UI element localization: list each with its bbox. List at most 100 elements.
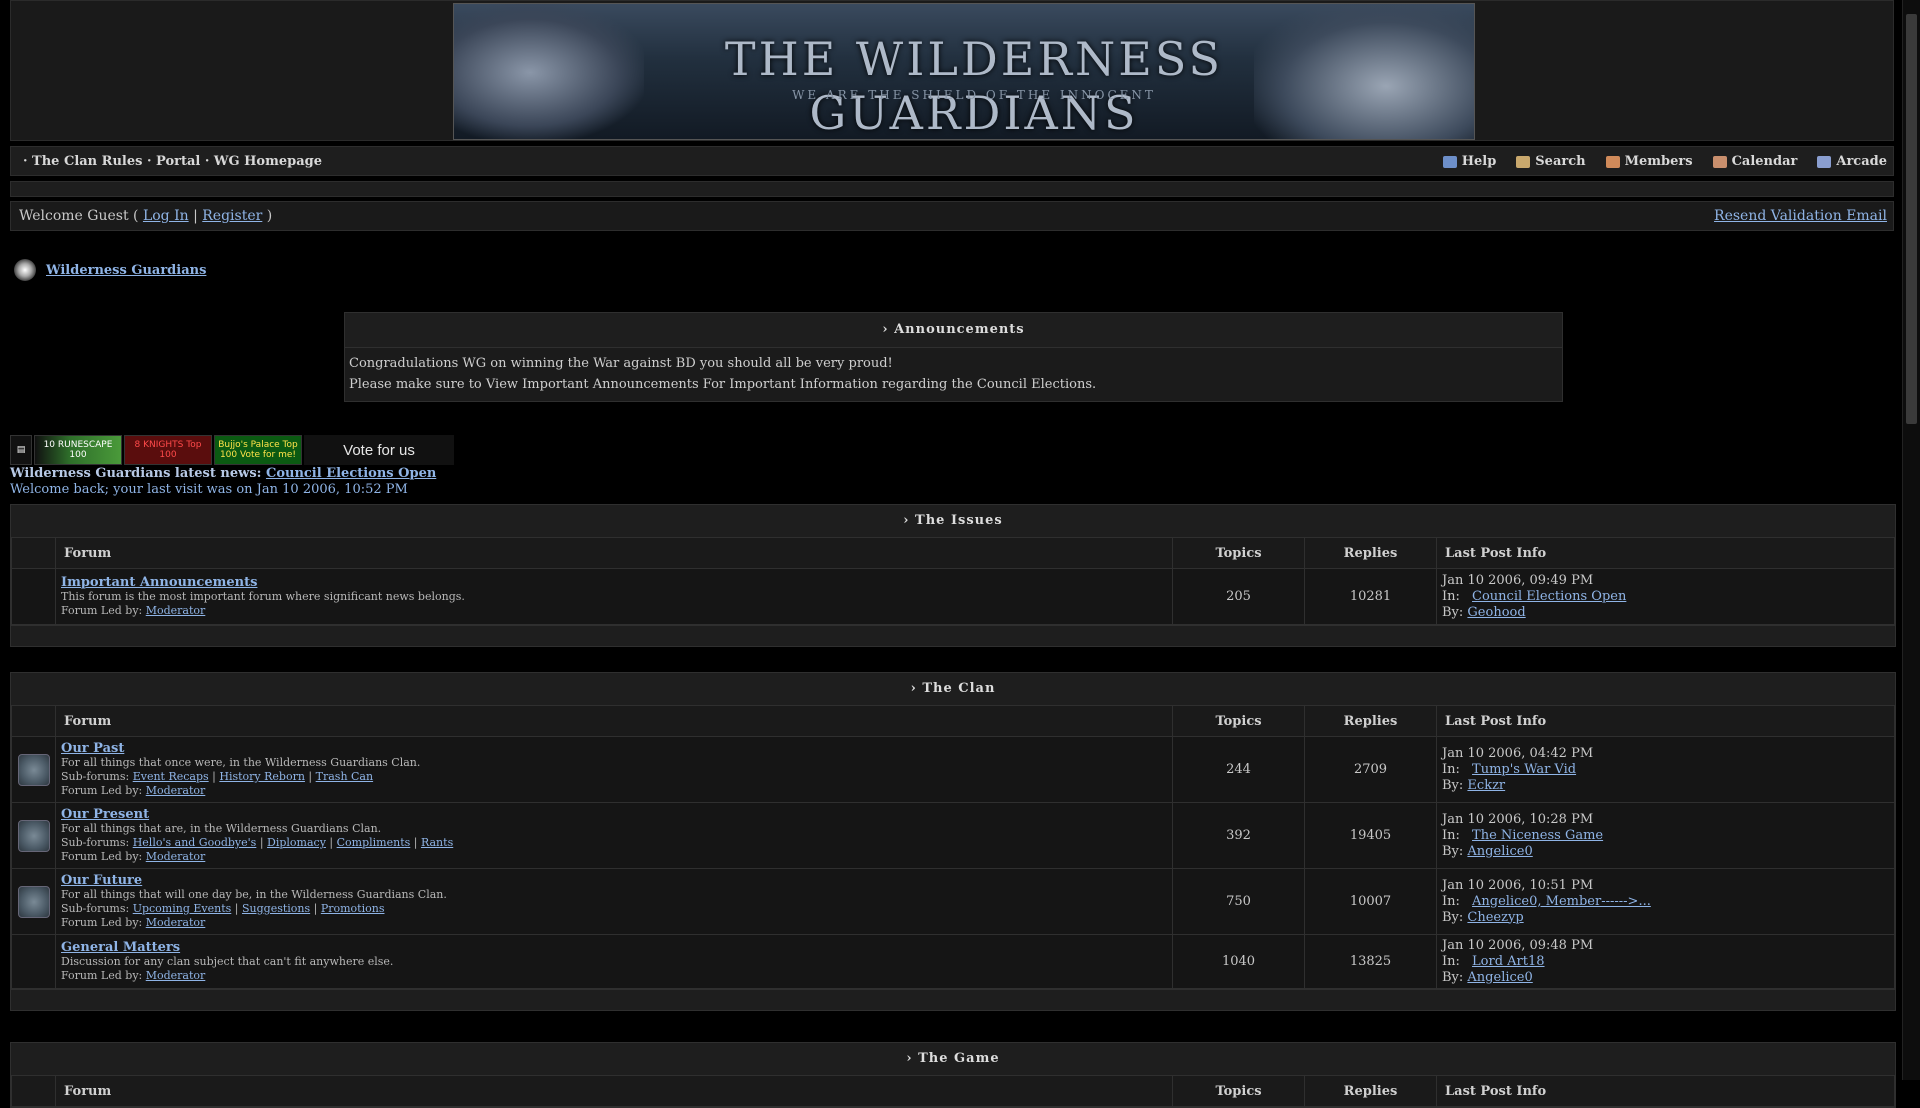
category-header[interactable]: › The Game xyxy=(11,1043,1895,1075)
banner-title: THE WILDERNESS GUARDIANS xyxy=(724,32,1224,140)
topics-count: 1040 xyxy=(1172,934,1305,989)
last-post-user-link[interactable]: Geohood xyxy=(1467,605,1525,620)
breadcrumb: Wilderness Guardians xyxy=(14,259,206,281)
banner-figure-left xyxy=(454,4,644,139)
subforums: Sub-forums: Hello's and Goodbye's | Dipl… xyxy=(61,836,454,849)
nav-tool-label: Search xyxy=(1535,154,1586,169)
announcements-header: › Announcements xyxy=(345,313,1562,348)
last-post-date: Jan 10 2006, 09:49 PM xyxy=(1442,572,1594,588)
category-footer xyxy=(11,625,1895,646)
scrollbar-thumb[interactable] xyxy=(1906,14,1917,424)
last-post-user-link[interactable]: Eckzr xyxy=(1467,778,1505,793)
help-icon xyxy=(1442,155,1457,168)
forum-table: Forum Topics Replies Last Post Info Importan… xyxy=(11,537,1895,625)
last-post-topic-link[interactable]: Tump's War Vid xyxy=(1464,762,1576,777)
nav-calendar-link[interactable]: Calendar xyxy=(1712,154,1798,169)
last-post-user-link[interactable]: Angelice0 xyxy=(1467,844,1532,859)
news-block: Wilderness Guardians latest news: Counci… xyxy=(10,466,436,498)
col-replies: Replies xyxy=(1304,537,1437,569)
last-post-date: Jan 10 2006, 10:28 PM xyxy=(1442,811,1594,827)
forum-description: For all things that are, in the Wilderne… xyxy=(61,822,382,835)
last-post-topic-link[interactable]: Angelice0, Member------>... xyxy=(1464,894,1651,909)
subforum-link[interactable]: Diplomacy xyxy=(267,836,326,849)
vote-button-runescape[interactable]: 10 RUNESCAPE 100 xyxy=(34,435,122,465)
forum-title-link[interactable]: General Matters xyxy=(61,940,180,955)
last-post-date: Jan 10 2006, 10:51 PM xyxy=(1442,877,1594,893)
category-header[interactable]: › The Clan xyxy=(11,673,1895,705)
forum-category: › The Game Forum Topics Replies Last Post In… xyxy=(10,1042,1896,1108)
subforum-link[interactable]: Event Recaps xyxy=(133,770,209,783)
subforums-label: Sub-forums: xyxy=(61,902,133,915)
nav-arcade-link[interactable]: Arcade xyxy=(1817,154,1887,169)
nav-tool-label: Help xyxy=(1461,154,1497,169)
last-post-by-label: By: xyxy=(1442,777,1464,793)
last-post-user-link[interactable]: Cheezyp xyxy=(1467,910,1523,925)
forum-title-link[interactable]: Our Past xyxy=(61,741,124,756)
nav-members-link[interactable]: Members xyxy=(1605,154,1693,169)
col-last-post: Last Post Info xyxy=(1436,1075,1895,1107)
forum-description: Discussion for any clan subject that can… xyxy=(61,955,394,968)
col-replies: Replies xyxy=(1304,1075,1437,1107)
forum-row: Our Future For all things that will one d… xyxy=(11,868,1895,935)
forum-status-icon[interactable] xyxy=(17,885,50,918)
forum-led-label: Forum Led by: xyxy=(61,784,146,797)
moderator-link[interactable]: Moderator xyxy=(146,784,206,797)
nav-links[interactable]: · The Clan Rules · Portal · WG Homepage xyxy=(23,154,322,169)
subforum-link[interactable]: Upcoming Events xyxy=(133,902,232,915)
subforum-link[interactable]: Compliments xyxy=(337,836,411,849)
col-last-post: Last Post Info xyxy=(1436,537,1895,569)
resend-validation-link[interactable]: Resend Validation Email xyxy=(1714,208,1887,224)
forum-title-link[interactable]: Our Future xyxy=(61,873,142,888)
subforum-link[interactable]: Hello's and Goodbye's xyxy=(133,836,257,849)
nav-search-link[interactable]: Search xyxy=(1516,154,1586,169)
subforum-link[interactable]: Trash Can xyxy=(316,770,373,783)
last-post-user-link[interactable]: Angelice0 xyxy=(1467,970,1532,985)
moderator-link[interactable]: Moderator xyxy=(146,850,206,863)
moderator-link[interactable]: Moderator xyxy=(146,916,206,929)
board-star-icon xyxy=(14,259,36,281)
welcome-sep: | xyxy=(188,208,203,224)
breadcrumb-home-link[interactable]: Wilderness Guardians xyxy=(46,263,206,278)
last-post-topic-link[interactable]: The Niceness Game xyxy=(1464,828,1603,843)
top-nav: · The Clan Rules · Portal · WG Homepage … xyxy=(10,146,1894,176)
subforum-link[interactable]: Rants xyxy=(421,836,453,849)
forum-title-link[interactable]: Important Announcements xyxy=(61,575,257,590)
vote-button-bujjo[interactable]: Bujjo's Palace Top 100 Vote for me! xyxy=(214,435,302,465)
register-link[interactable]: Register xyxy=(202,208,262,224)
nav-tools: Help Search Members Calendar Arcade xyxy=(1442,154,1887,169)
last-post-topic-link[interactable]: Lord Art18 xyxy=(1464,954,1545,969)
last-visit-text: Welcome back; your last visit was on Jan… xyxy=(10,482,408,497)
banner-motto: WE ARE THE SHIELD OF THE INNOCENT xyxy=(792,88,1156,102)
forum-status-icon[interactable] xyxy=(17,819,50,852)
topics-count: 750 xyxy=(1172,868,1305,935)
col-last-post: Last Post Info xyxy=(1436,705,1895,737)
last-post-in-label: In: xyxy=(1442,761,1460,777)
news-link[interactable]: Council Elections Open xyxy=(266,466,436,481)
page-scrollbar[interactable] xyxy=(1902,0,1920,1080)
col-topics: Topics xyxy=(1172,537,1305,569)
forum-description: For all things that will one day be, in … xyxy=(61,888,447,901)
forum-title-link[interactable]: Our Present xyxy=(61,807,149,822)
login-link[interactable]: Log In xyxy=(143,208,189,224)
site-banner[interactable]: THE WILDERNESS GUARDIANS WE ARE THE SHIE… xyxy=(453,3,1475,140)
subforum-link[interactable]: History Reborn xyxy=(219,770,305,783)
forum-status-icon[interactable] xyxy=(17,753,50,786)
category-title: The Issues xyxy=(915,513,1003,528)
moderator-link[interactable]: Moderator xyxy=(146,604,206,617)
last-post-topic-link[interactable]: Council Elections Open xyxy=(1464,589,1626,604)
separator-bar xyxy=(10,181,1894,197)
nav-tool-label: Calendar xyxy=(1731,154,1798,169)
moderator-link[interactable]: Moderator xyxy=(146,969,206,982)
nav-help-link[interactable]: Help xyxy=(1442,154,1497,169)
vote-small-icon[interactable]: ▤ xyxy=(10,435,32,465)
forum-row: General Matters Discussion for any clan s… xyxy=(11,934,1895,989)
forum-table-header: Forum Topics Replies Last Post Info xyxy=(11,537,1895,569)
subforum-link[interactable]: Suggestions xyxy=(242,902,310,915)
replies-count: 19405 xyxy=(1304,802,1437,869)
vote-button-knights[interactable]: 8 KNIGHTS Top 100 xyxy=(124,435,212,465)
last-post-date: Jan 10 2006, 09:48 PM xyxy=(1442,937,1594,953)
category-header[interactable]: › The Issues xyxy=(11,505,1895,537)
replies-count: 10281 xyxy=(1304,568,1437,625)
subforum-link[interactable]: Promotions xyxy=(321,902,385,915)
col-forum: Forum xyxy=(55,537,1173,569)
